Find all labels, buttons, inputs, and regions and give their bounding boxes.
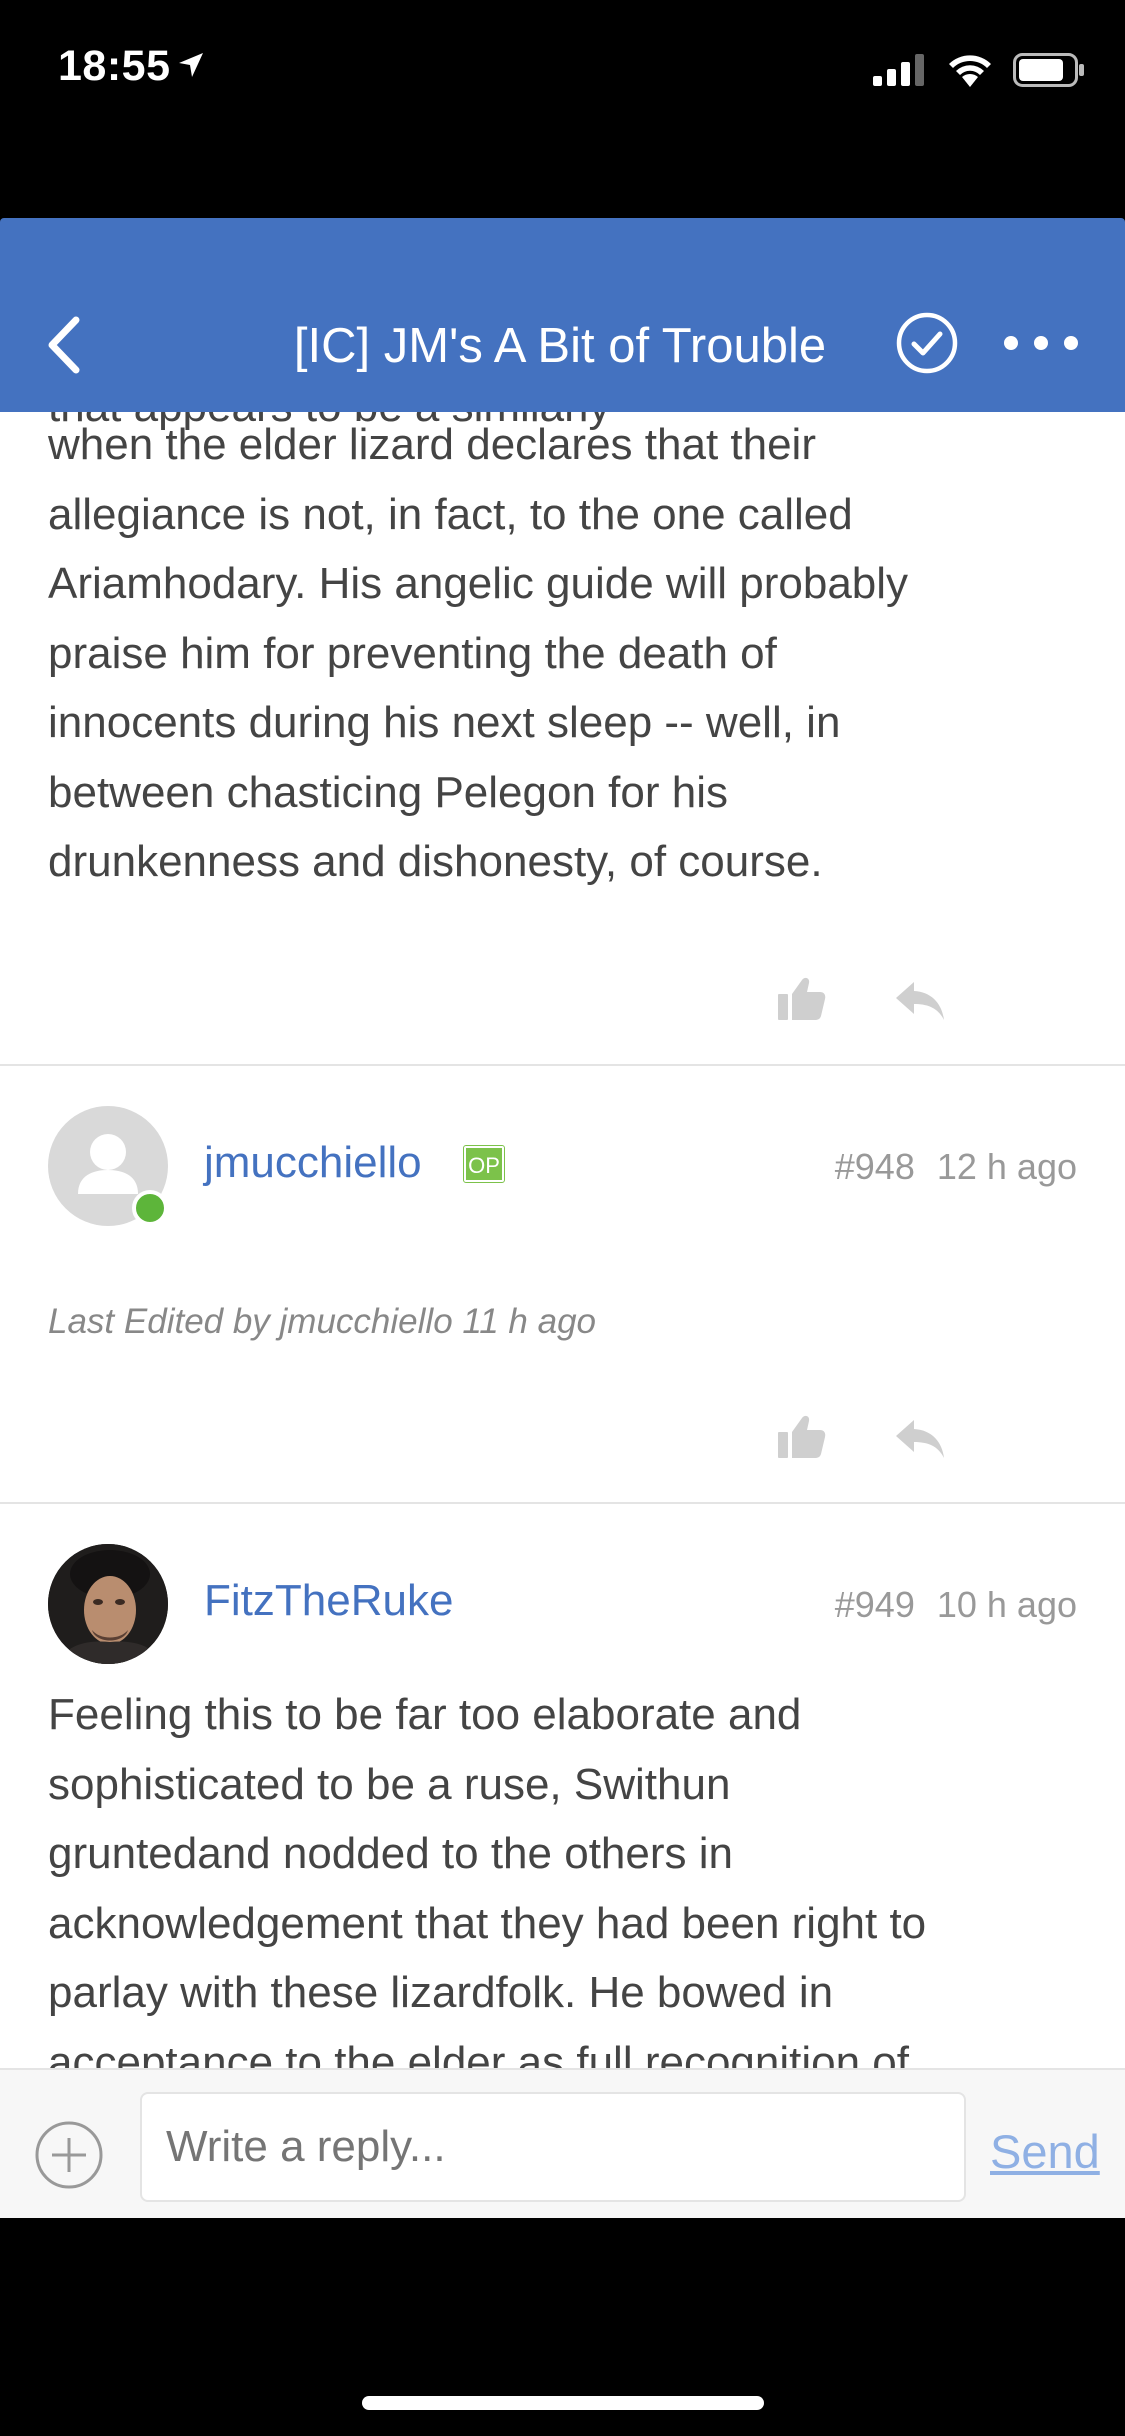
send-button[interactable]: Send [990,2124,1100,2179]
status-time: 18:55 [58,42,206,91]
online-status-dot [132,1190,168,1226]
post-line: sophisticated to be a ruse, Swithun [48,1759,731,1809]
status-icons [873,50,1085,90]
post-line: when the elder lizard declares that thei… [48,420,816,469]
wifi-icon [949,55,991,87]
post-number: #949 [834,1584,915,1625]
thread-content[interactable]: that appears to be a similarly when the … [0,412,1125,2068]
add-attachment-icon[interactable] [34,2120,104,2190]
post-line: Feeling this to be far too elaborate and [48,1690,802,1739]
location-arrow-icon [176,42,206,91]
post-meta: #949 10 h ago [835,1584,1077,1626]
post-divider [0,1502,1125,1504]
post-line: Ariamhodary. His angelic guide will prob… [48,559,909,608]
reply-input[interactable] [140,2092,966,2202]
post-body: Feeling this to be far too elaborate and… [48,1680,1088,2068]
post-line: allegiance is not, in fact, to the one c… [48,489,853,539]
signal-icon [873,54,924,86]
op-badge: OP [463,1145,505,1183]
post-line: parlay with these lizardfolk. He bowed i… [48,1968,834,2017]
reply-icon[interactable] [892,1416,948,1466]
reply-icon[interactable] [892,978,948,1028]
post-divider [0,1064,1125,1066]
post-line: innocents during his next sleep -- well,… [48,698,841,747]
avatar[interactable] [48,1544,168,1664]
username[interactable]: jmucchiello [204,1138,422,1188]
post-time: 10 h ago [936,1584,1077,1625]
username[interactable]: FitzTheRuke [204,1576,453,1626]
reply-bar: Send [0,2068,1125,2218]
post-line: gruntedand nodded to the others in [48,1829,733,1878]
like-icon[interactable] [774,1412,830,1462]
like-icon[interactable] [774,974,830,1024]
post-line: drunkenness and dishonesty, of course. [48,837,823,886]
home-indicator[interactable] [362,2396,764,2410]
post-line: praise him for preventing the death of [48,628,777,678]
edited-note: Last Edited by jmucchiello 11 h ago [48,1302,597,1341]
back-icon[interactable] [40,310,90,380]
post-line: acknowledgement that they had been right… [48,1898,927,1948]
post-meta: #948 12 h ago [835,1146,1077,1188]
thread-title: [IC] JM's A Bit of Trouble [293,319,827,373]
post-number: #948 [834,1146,915,1187]
post-time: 12 h ago [936,1146,1077,1187]
post-line: acceptance to the elder as full recognit… [48,2037,909,2069]
more-options-icon[interactable] [1003,325,1079,361]
post-line: between chasticing Pelegon for his [48,767,728,817]
clock-label: 18:55 [58,42,171,90]
battery-icon [1013,53,1084,87]
post-body: when the elder lizard declares that thei… [48,412,1088,897]
status-bar: 18:55 [0,0,1125,140]
checkmark-circle-icon[interactable] [895,311,959,375]
